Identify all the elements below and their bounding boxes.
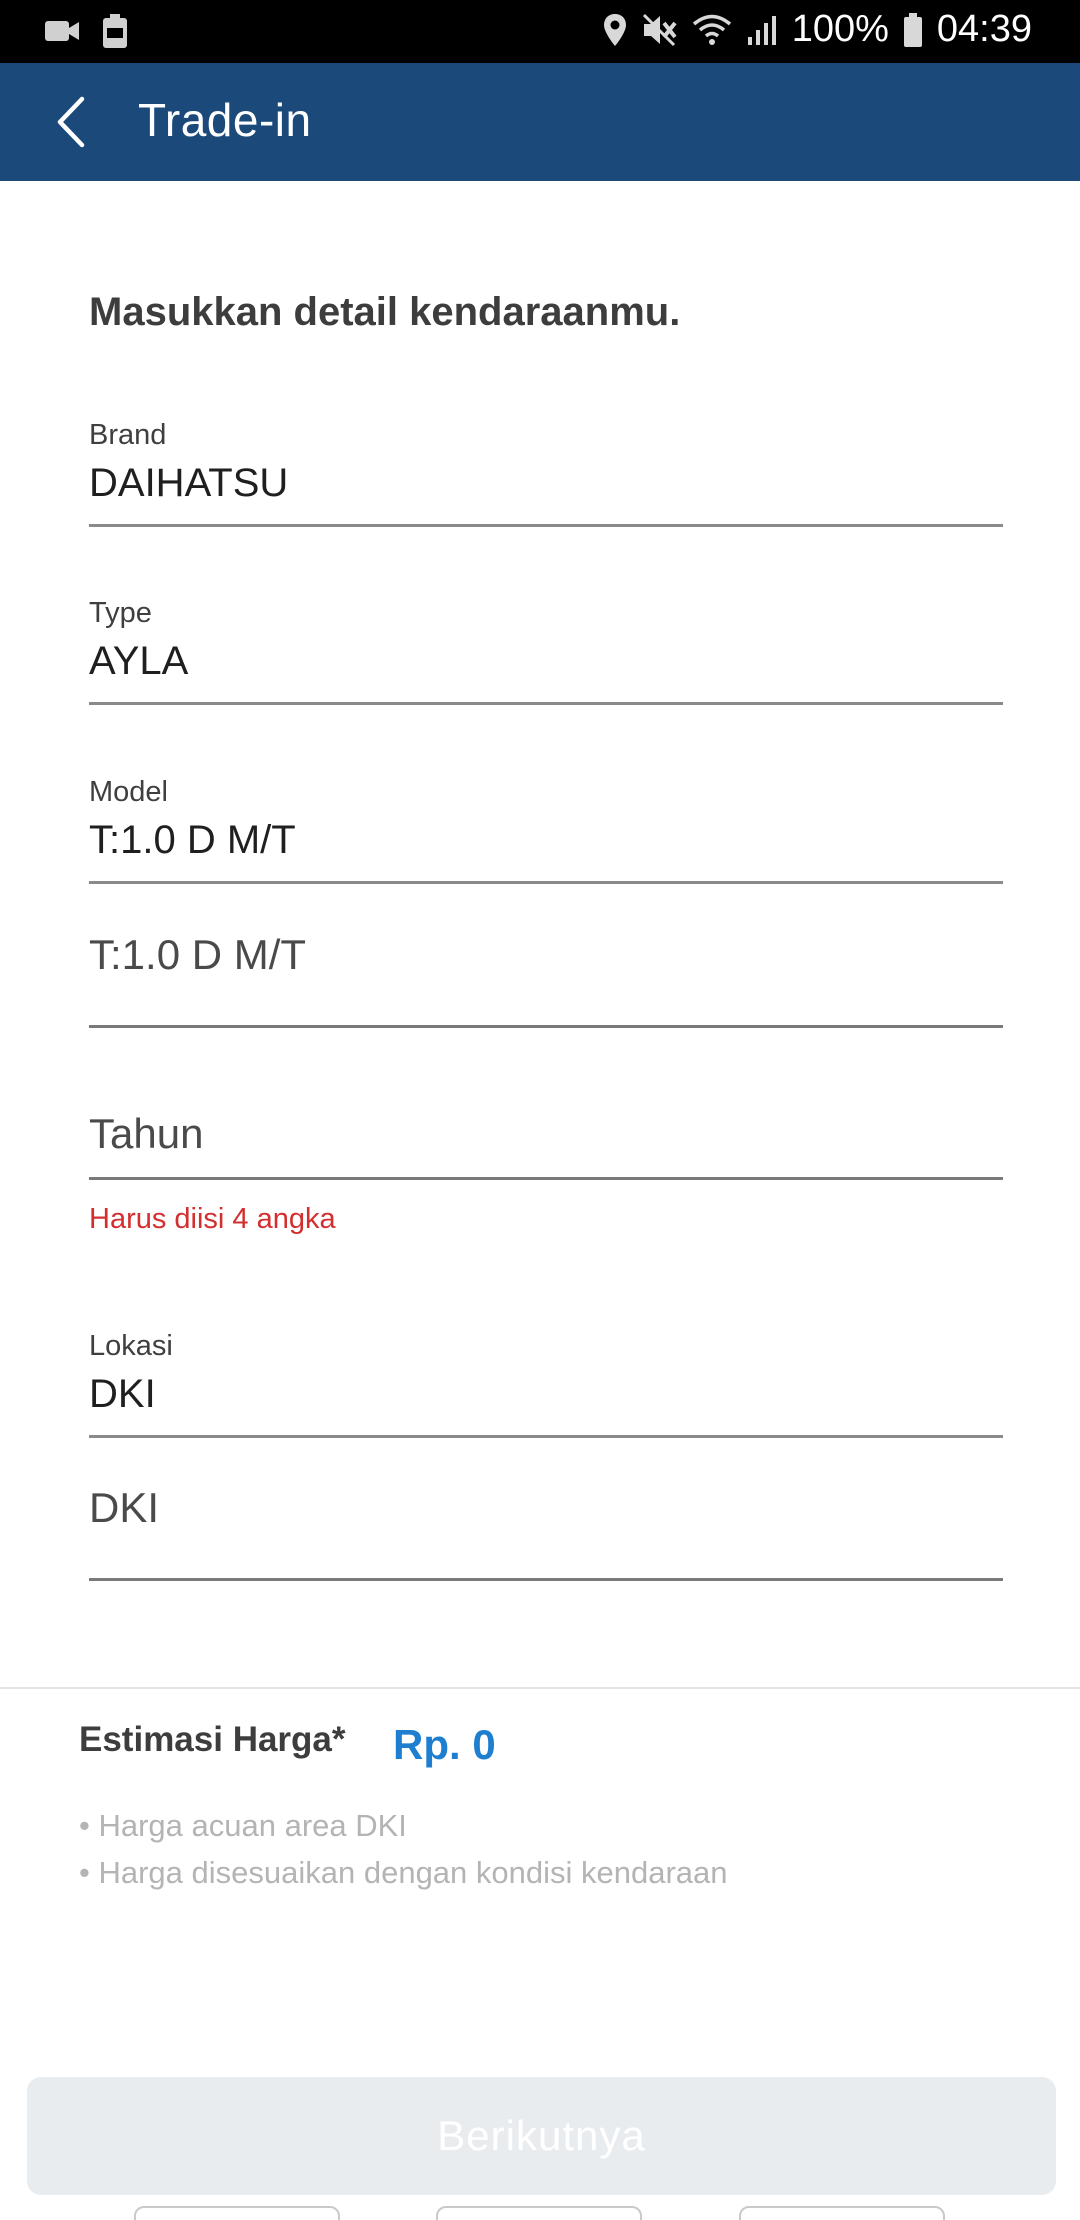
location-input-text: DKI [89,1484,160,1531]
estimate-label: Estimasi Harga* [79,1720,346,1759]
estimate-value: Rp. 0 [393,1721,496,1768]
status-bar-left [44,14,128,48]
brand-field[interactable]: Brand DAIHATSU [89,415,1003,527]
year-error-message: Harus diisi 4 angka [89,1203,336,1235]
type-value: AYLA [89,639,189,683]
bottom-nav-item[interactable] [134,2206,340,2220]
mute-icon [642,13,678,47]
signal-icon [746,13,778,47]
year-placeholder: Tahun [89,1110,204,1157]
status-bar: 100% 04:39 [0,0,1080,63]
brand-label: Brand [89,419,167,451]
year-input[interactable]: Tahun [89,1110,1003,1180]
battery-saver-icon [102,14,128,48]
form-heading: Masukkan detail kendaraanmu. [89,290,681,334]
model-input-text: T:1.0 D M/T [89,931,307,978]
battery-percent: 100% [791,8,889,50]
app-bar: Trade-in [0,63,1080,181]
video-icon [44,18,80,44]
page-title: Trade-in [138,94,312,146]
trade-in-screen: 100% 04:39 Trade-in Masukkan detail kend… [0,0,1080,2220]
clock: 04:39 [936,8,1032,50]
model-value: T:1.0 D M/T [89,818,296,862]
model-input[interactable]: T:1.0 D M/T [89,925,1003,1028]
bottom-nav-item[interactable] [739,2206,945,2220]
location-input[interactable]: DKI [89,1478,1003,1581]
location-label: Lokasi [89,1330,173,1362]
location-value: DKI [89,1372,156,1416]
type-label: Type [89,597,152,629]
next-button[interactable]: Berikutnya [27,2077,1056,2195]
location-icon [602,13,628,47]
divider [0,1687,1080,1689]
bottom-nav-item[interactable] [436,2206,642,2220]
back-button[interactable] [40,89,100,155]
brand-value: DAIHATSU [89,461,289,505]
status-bar-right: 100% 04:39 [602,8,1032,51]
wifi-icon [692,13,732,47]
model-label: Model [89,776,168,808]
battery-icon [903,12,923,47]
back-arrow-icon [57,96,85,148]
estimate-note: • Harga acuan area DKI [79,1808,407,1843]
model-field[interactable]: Model T:1.0 D M/T [89,772,1003,884]
location-field[interactable]: Lokasi DKI [89,1326,1003,1438]
type-field[interactable]: Type AYLA [89,593,1003,705]
estimate-note: • Harga disesuaikan dengan kondisi kenda… [79,1855,728,1890]
